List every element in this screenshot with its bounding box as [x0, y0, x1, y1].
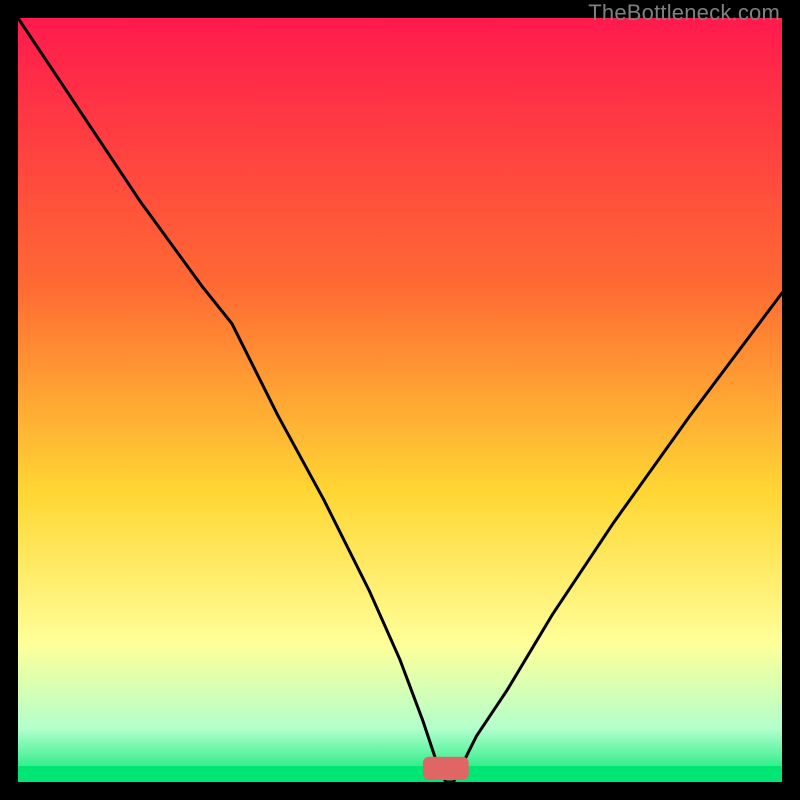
- bottleneck-chart: [18, 18, 782, 782]
- optimal-marker: [423, 757, 469, 780]
- chart-frame: [18, 18, 782, 782]
- watermark-text: TheBottleneck.com: [588, 0, 780, 26]
- gradient-background: [18, 18, 782, 782]
- green-baseline: [18, 766, 782, 782]
